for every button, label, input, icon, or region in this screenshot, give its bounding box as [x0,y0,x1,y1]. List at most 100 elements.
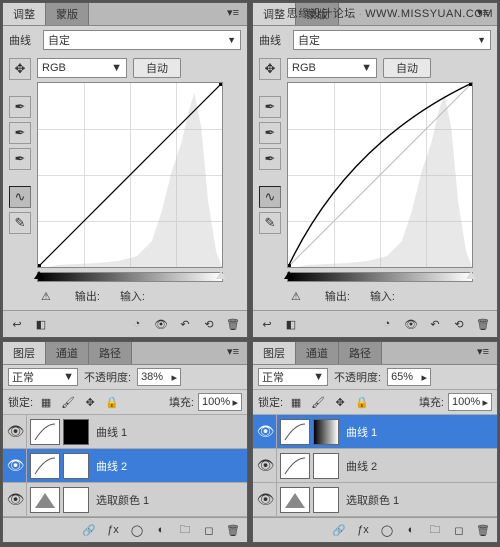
layer-row-curves2[interactable]: 👁 曲线 2 [253,449,497,483]
mask-icon[interactable]: ◯ [126,521,148,539]
lock-transparency-icon[interactable]: ▦ [287,394,305,410]
visibility-toggle-icon[interactable]: 👁 [255,483,277,516]
eyedropper-black-icon[interactable]: ✒ [9,96,31,118]
visibility-toggle-icon[interactable]: 👁 [255,415,277,448]
curve-pencil-icon[interactable]: ✎ [259,212,281,234]
blend-mode-select[interactable]: 正常▼ [258,368,328,386]
trash-icon[interactable]: 🗑 [472,314,494,334]
visibility-toggle-icon[interactable]: 👁 [255,449,277,482]
reset-icon[interactable]: ⟲ [448,314,470,334]
tab-paths[interactable]: 路径 [89,342,132,364]
eyedropper-white-icon[interactable]: ✒ [9,148,31,170]
adjustment-icon[interactable]: ◐ [150,521,172,539]
lock-position-icon[interactable]: ✥ [331,394,349,410]
lock-transparency-icon[interactable]: ▦ [37,394,55,410]
expand-icon[interactable]: ◧ [30,314,52,334]
clip-icon[interactable]: ◔ [376,314,398,334]
target-adjust-icon[interactable]: ✥ [9,58,31,80]
layer-row-curves2[interactable]: 👁 曲线 2 [3,449,247,483]
reset-icon[interactable]: ⟲ [198,314,220,334]
channel-select[interactable]: RGB▼ [287,58,377,78]
eyedropper-black-icon[interactable]: ✒ [259,96,281,118]
fx-icon[interactable]: ƒx [352,521,374,539]
opacity-input[interactable]: 38%▸ [137,368,181,386]
tab-layers[interactable]: 图层 [3,342,46,364]
tab-layers[interactable]: 图层 [253,342,296,364]
group-icon[interactable]: 🗀 [424,521,446,539]
adjustment-thumb[interactable] [30,419,60,445]
fx-icon[interactable]: ƒx [102,521,124,539]
layer-row-curves1[interactable]: 👁 曲线 1 [3,415,247,449]
return-icon[interactable]: ↩ [256,314,278,334]
fill-input[interactable]: 100%▸ [448,393,492,411]
panel-menu-icon[interactable]: ▾≡ [219,3,247,25]
mask-thumb[interactable] [63,487,89,513]
return-icon[interactable]: ↩ [6,314,28,334]
panel-menu-icon[interactable]: ▾≡ [469,342,497,364]
auto-button[interactable]: 自动 [383,58,431,78]
fill-input[interactable]: 100%▸ [198,393,242,411]
target-adjust-icon[interactable]: ✥ [259,58,281,80]
new-layer-icon[interactable]: ◻ [448,521,470,539]
adjustment-icon[interactable]: ◐ [400,521,422,539]
curves-graph-right[interactable] [287,82,473,268]
blend-mode-select[interactable]: 正常▼ [8,368,78,386]
adjustment-thumb[interactable] [30,453,60,479]
layer-row-selcolor[interactable]: 👁 选取颜色 1 [253,483,497,517]
tab-channels[interactable]: 通道 [46,342,89,364]
new-layer-icon[interactable]: ◻ [198,521,220,539]
opacity-input[interactable]: 65%▸ [387,368,431,386]
preset-select[interactable]: 自定▼ [293,30,491,50]
lock-label: 锁定: [8,394,33,410]
eyedropper-white-icon[interactable]: ✒ [259,148,281,170]
mask-thumb[interactable] [313,487,339,513]
preset-select[interactable]: 自定▼ [43,30,241,50]
trash-icon[interactable]: 🗑 [222,521,244,539]
curve-point-icon[interactable]: ∿ [9,186,31,208]
tab-paths[interactable]: 路径 [339,342,382,364]
input-gradient[interactable] [287,272,473,282]
tab-mask[interactable]: 蒙版 [46,3,89,25]
eyedropper-gray-icon[interactable]: ✒ [259,122,281,144]
trash-icon[interactable]: 🗑 [472,521,494,539]
layer-row-selcolor[interactable]: 👁 选取颜色 1 [3,483,247,517]
curves-graph-left[interactable] [37,82,223,268]
lock-position-icon[interactable]: ✥ [81,394,99,410]
mask-thumb[interactable] [63,419,89,445]
mask-thumb[interactable] [313,419,339,445]
tab-adjust[interactable]: 调整 [3,3,46,25]
link-icon[interactable]: 🔗 [78,521,100,539]
clip-icon[interactable]: ◔ [126,314,148,334]
trash-icon[interactable]: 🗑 [222,314,244,334]
reset-prev-icon[interactable]: ↶ [424,314,446,334]
tab-channels[interactable]: 通道 [296,342,339,364]
adjustment-thumb[interactable] [30,487,60,513]
link-icon[interactable]: 🔗 [328,521,350,539]
visibility-icon[interactable]: 👁 [400,314,422,334]
eyedropper-gray-icon[interactable]: ✒ [9,122,31,144]
auto-button[interactable]: 自动 [133,58,181,78]
group-icon[interactable]: 🗀 [174,521,196,539]
lock-all-icon[interactable]: 🔒 [103,394,121,410]
lock-all-icon[interactable]: 🔒 [353,394,371,410]
visibility-toggle-icon[interactable]: 👁 [5,415,27,448]
lock-pixels-icon[interactable]: 🖌 [59,394,77,410]
curve-point-icon[interactable]: ∿ [259,186,281,208]
mask-icon[interactable]: ◯ [376,521,398,539]
mask-thumb[interactable] [313,453,339,479]
visibility-icon[interactable]: 👁 [150,314,172,334]
layer-row-curves1[interactable]: 👁 曲线 1 [253,415,497,449]
input-gradient[interactable] [37,272,223,282]
visibility-toggle-icon[interactable]: 👁 [5,483,27,516]
adjustment-thumb[interactable] [280,453,310,479]
panel-menu-icon[interactable]: ▾≡ [219,342,247,364]
channel-select[interactable]: RGB▼ [37,58,127,78]
lock-pixels-icon[interactable]: 🖌 [309,394,327,410]
adjustment-thumb[interactable] [280,487,310,513]
curve-pencil-icon[interactable]: ✎ [9,212,31,234]
reset-prev-icon[interactable]: ↶ [174,314,196,334]
adjustment-thumb[interactable] [280,419,310,445]
expand-icon[interactable]: ◧ [280,314,302,334]
visibility-toggle-icon[interactable]: 👁 [5,449,27,482]
mask-thumb[interactable] [63,453,89,479]
